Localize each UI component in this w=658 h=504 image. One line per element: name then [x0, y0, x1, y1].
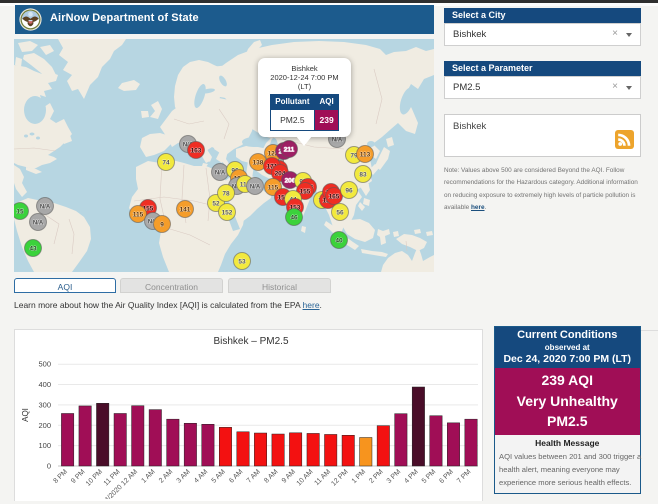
svg-text:138: 138 — [253, 159, 264, 166]
svg-text:500: 500 — [38, 360, 51, 369]
svg-text:4 PM: 4 PM — [403, 468, 420, 485]
svg-text:141: 141 — [180, 206, 191, 213]
svg-text:155: 155 — [300, 188, 311, 195]
svg-text:N/A: N/A — [250, 184, 261, 190]
svg-text:96: 96 — [345, 187, 353, 194]
svg-text:83: 83 — [359, 171, 367, 178]
svg-text:9: 9 — [160, 221, 164, 228]
svg-text:1 AM: 1 AM — [140, 468, 156, 484]
svg-text:200: 200 — [38, 421, 51, 430]
svg-text:0: 0 — [47, 462, 51, 471]
svg-text:115: 115 — [133, 211, 144, 218]
svg-text:78: 78 — [222, 190, 230, 197]
svg-text:52: 52 — [212, 200, 220, 207]
svg-text:152: 152 — [222, 209, 233, 216]
svg-text:6 PM: 6 PM — [438, 468, 455, 485]
svg-text:15: 15 — [16, 208, 24, 215]
svg-text:3 AM: 3 AM — [176, 468, 192, 484]
svg-text:AQI: AQI — [21, 408, 30, 422]
svg-text:400: 400 — [38, 380, 51, 389]
svg-text:5 AM: 5 AM — [211, 468, 227, 484]
svg-text:8 PM: 8 PM — [53, 468, 70, 485]
svg-text:1 PM: 1 PM — [351, 468, 368, 485]
svg-text:46: 46 — [290, 214, 298, 221]
svg-text:74: 74 — [162, 159, 170, 166]
svg-text:40: 40 — [335, 237, 343, 244]
svg-text:163: 163 — [191, 147, 202, 154]
svg-text:53: 53 — [238, 258, 246, 265]
svg-text:10 PM: 10 PM — [85, 468, 104, 487]
svg-text:7 AM: 7 AM — [246, 468, 262, 484]
svg-text:7 PM: 7 PM — [456, 468, 473, 485]
svg-text:2 AM: 2 AM — [158, 468, 174, 484]
svg-text:300: 300 — [38, 400, 51, 409]
svg-text:10 AM: 10 AM — [296, 468, 315, 487]
svg-text:56: 56 — [336, 209, 344, 216]
svg-text:11 AM: 11 AM — [313, 468, 332, 487]
svg-text:N/A: N/A — [40, 204, 51, 210]
svg-text:N/A: N/A — [215, 170, 226, 176]
svg-text:115: 115 — [268, 184, 279, 191]
svg-text:100: 100 — [38, 441, 51, 450]
svg-text:Bishkek – PM2.5: Bishkek – PM2.5 — [213, 336, 288, 347]
svg-text:N/A: N/A — [33, 220, 44, 226]
svg-text:4 AM: 4 AM — [193, 468, 209, 484]
svg-text:2 PM: 2 PM — [368, 468, 385, 485]
svg-text:165: 165 — [329, 193, 340, 200]
svg-text:8 AM: 8 AM — [263, 468, 279, 484]
svg-text:211: 211 — [284, 146, 295, 153]
svg-text:12 PM: 12 PM — [330, 468, 349, 487]
svg-text:3 PM: 3 PM — [386, 468, 403, 485]
svg-text:113: 113 — [360, 151, 371, 158]
svg-text:43: 43 — [29, 245, 37, 252]
svg-text:5 PM: 5 PM — [421, 468, 438, 485]
svg-text:N/A: N/A — [332, 137, 343, 143]
svg-text:6 AM: 6 AM — [228, 468, 244, 484]
